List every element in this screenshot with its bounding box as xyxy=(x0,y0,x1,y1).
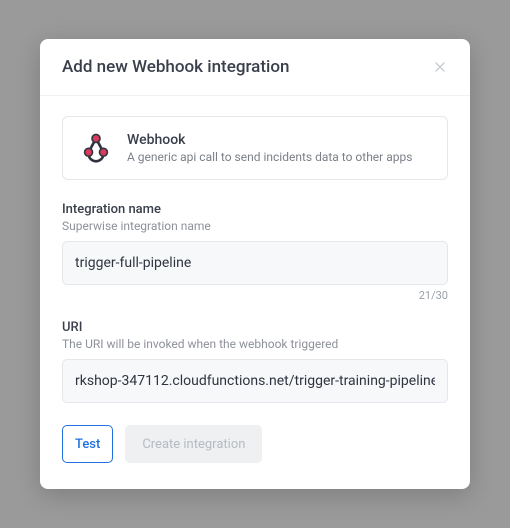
uri-group: URI The URI will be invoked when the web… xyxy=(62,320,448,403)
webhook-integration-modal: Add new Webhook integration xyxy=(40,39,470,489)
integration-type-card: Webhook A generic api call to send incid… xyxy=(62,116,448,180)
uri-help: The URI will be invoked when the webhook… xyxy=(62,337,448,351)
integration-type-title: Webhook xyxy=(127,132,412,148)
integration-name-counter: 21/30 xyxy=(62,289,448,302)
modal-header: Add new Webhook integration xyxy=(40,39,470,96)
modal-actions: Test Create integration xyxy=(62,425,448,463)
integration-name-label: Integration name xyxy=(62,202,448,217)
integration-name-input[interactable] xyxy=(62,241,448,285)
close-button[interactable] xyxy=(432,59,448,75)
integration-type-text: Webhook A generic api call to send incid… xyxy=(127,132,412,164)
integration-name-group: Integration name Superwise integration n… xyxy=(62,202,448,302)
integration-type-description: A generic api call to send incidents dat… xyxy=(127,150,412,164)
uri-input[interactable] xyxy=(62,359,448,403)
modal-title: Add new Webhook integration xyxy=(62,57,289,77)
integration-name-help: Superwise integration name xyxy=(62,219,448,233)
modal-body: Webhook A generic api call to send incid… xyxy=(40,96,470,489)
webhook-icon xyxy=(79,131,113,165)
close-icon xyxy=(433,60,447,74)
create-integration-button[interactable]: Create integration xyxy=(125,425,262,463)
uri-label: URI xyxy=(62,320,448,335)
test-button[interactable]: Test xyxy=(62,425,113,463)
